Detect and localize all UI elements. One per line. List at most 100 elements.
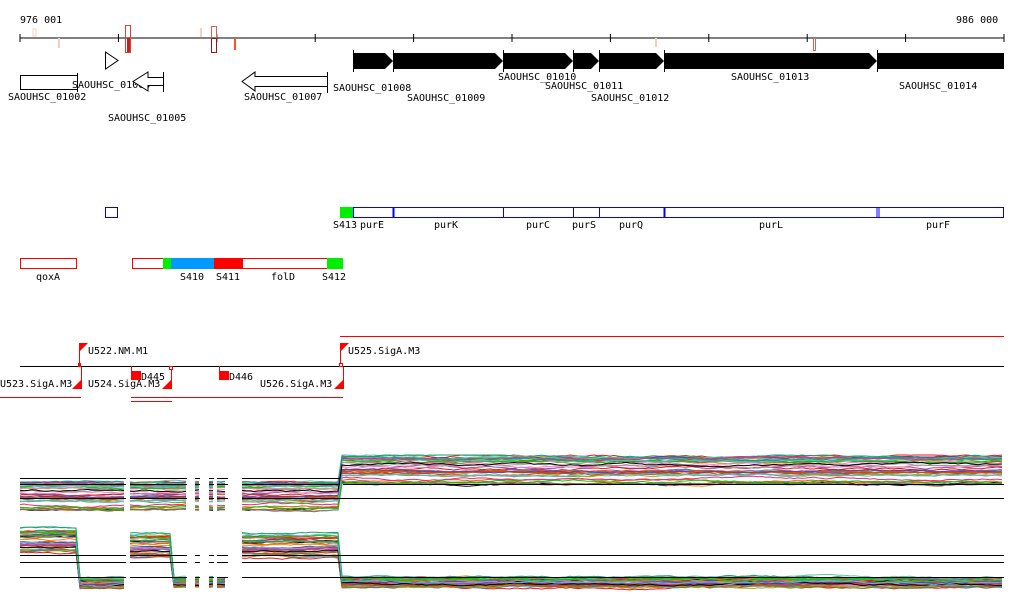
promoter-U525[interactable]: U525.SigA.M3 xyxy=(339,343,421,367)
gene-arrow[interactable] xyxy=(877,53,1004,69)
segment-S413[interactable] xyxy=(340,207,353,218)
expression-line xyxy=(242,480,1003,511)
gene-arrow[interactable] xyxy=(599,53,664,69)
expression-line xyxy=(194,489,200,491)
expression-line xyxy=(241,536,1003,583)
expression-line xyxy=(241,536,1003,581)
svg-text:S412: S412 xyxy=(322,272,346,283)
expression-line xyxy=(194,486,200,488)
expression-line xyxy=(194,582,200,585)
gene-qoxA[interactable] xyxy=(20,258,77,269)
expression-line xyxy=(241,534,1003,583)
expression-line xyxy=(194,581,200,583)
expression-line xyxy=(241,535,1003,582)
probe-mark xyxy=(813,38,816,51)
gene-label: SAOUHSC_01013 xyxy=(731,72,809,83)
expression-line xyxy=(241,540,1003,583)
probe-mark xyxy=(58,38,60,48)
segment-box xyxy=(163,258,171,269)
expression-line xyxy=(194,505,200,507)
gene-purQ: purQ xyxy=(619,220,643,231)
expression-line xyxy=(241,539,1003,583)
coordinate-ruler: 976 001 986 000 xyxy=(19,15,1005,42)
operon-box[interactable] xyxy=(353,207,1004,218)
expression-line xyxy=(241,534,1003,582)
expression-line xyxy=(216,506,226,509)
promoter-U526[interactable]: U526.SigA.M3 xyxy=(260,367,344,390)
expression-line xyxy=(19,533,125,583)
expression-profiles xyxy=(19,454,1004,591)
probe-mark xyxy=(211,26,217,53)
gene-purS: purS xyxy=(572,220,596,231)
expression-line xyxy=(241,535,1003,582)
promoter-U522[interactable]: U522.NM.M1 xyxy=(78,343,148,367)
svg-text:qoxA: qoxA xyxy=(36,272,60,283)
expression-line xyxy=(241,481,1003,513)
expression-line xyxy=(208,579,214,582)
probe-mark xyxy=(127,38,130,52)
expression-line xyxy=(216,490,226,493)
probe-marks xyxy=(32,25,816,53)
gene-purF: purF xyxy=(926,220,950,231)
expression-line xyxy=(241,536,1003,582)
start-coordinate: 976 001 xyxy=(20,15,62,26)
expression-line xyxy=(208,507,214,509)
svg-text:U522.NM.M1: U522.NM.M1 xyxy=(88,346,148,357)
svg-text:D446: D446 xyxy=(229,372,253,383)
gene-track: SAOUHSC_01002 SAOUHSC_01003 SAOUHSC_0100… xyxy=(8,50,1004,124)
svg-text:U526.SigA.M3: U526.SigA.M3 xyxy=(260,379,332,390)
svg-text:D445: D445 xyxy=(141,372,165,383)
gene-arrow[interactable] xyxy=(664,53,877,69)
segment-label: S413 xyxy=(333,220,357,231)
svg-text:folD: folD xyxy=(271,272,295,283)
segment-S410 xyxy=(171,258,214,269)
gene-arrow[interactable] xyxy=(353,53,393,69)
expression-line xyxy=(242,475,1003,506)
gene-label: SAOUHSC_01008 xyxy=(333,83,411,94)
gene-SAOUHSC_01007[interactable]: SAOUHSC_01007 xyxy=(241,71,328,103)
expression-line xyxy=(208,585,214,588)
gene-purE: purE xyxy=(360,220,384,231)
plus-feature-track: S413 purE purK purC purS purQ purL purF xyxy=(105,207,1004,231)
expression-line xyxy=(216,582,226,584)
svg-text:SAOUHSC_01005: SAOUHSC_01005 xyxy=(108,113,186,124)
minus-feature-track: qoxA S410 S411 folD S412 xyxy=(20,258,346,283)
expression-line xyxy=(241,539,1003,584)
expression-line xyxy=(241,538,1003,584)
expression-line xyxy=(19,491,125,495)
gene-label: SAOUHSC_01012 xyxy=(591,93,669,104)
svg-text:S411: S411 xyxy=(216,272,240,283)
gene-arrow[interactable] xyxy=(393,53,503,69)
expression-line xyxy=(19,531,125,583)
gene-arrow[interactable] xyxy=(573,53,599,69)
segment-S412 xyxy=(327,258,343,269)
probe-mark xyxy=(234,38,236,50)
expression-line xyxy=(241,532,1003,581)
end-coordinate: 986 000 xyxy=(956,15,998,26)
probe-mark xyxy=(211,38,217,53)
expression-line xyxy=(241,480,1002,513)
probe-mark xyxy=(655,38,657,47)
probe-mark xyxy=(200,28,202,37)
gene-purC: purC xyxy=(526,220,550,231)
svg-text:U525.SigA.M3: U525.SigA.M3 xyxy=(348,346,420,357)
expression-line xyxy=(208,487,214,490)
gene-label: SAOUHSC_01014 xyxy=(899,81,977,92)
expression-line xyxy=(241,539,1003,583)
promoter-track: U522.NM.M1 U525.SigA.M3 U523.SigA.M3 U52… xyxy=(0,336,1004,402)
gene-purL: purL xyxy=(759,220,783,231)
expression-line xyxy=(241,535,1002,582)
promoter-U523[interactable]: U523.SigA.M3 xyxy=(0,367,82,398)
expression-line xyxy=(241,481,1003,511)
segment-S411 xyxy=(214,258,243,269)
expression-line xyxy=(194,495,200,497)
gene-arrow[interactable] xyxy=(503,53,573,69)
gene-label: SAOUHSC_01011 xyxy=(545,81,623,92)
genome-browser-canvas: 976 001 986 000 SAOUHSC_01002 SAOUHSC_01… xyxy=(0,15,1005,591)
expression-line xyxy=(241,540,1003,583)
deletion-D446[interactable]: D446 xyxy=(219,366,253,383)
expression-line xyxy=(241,536,1003,582)
probe-mark xyxy=(32,28,37,37)
expression-line xyxy=(129,539,187,582)
feature-box[interactable] xyxy=(105,207,118,218)
